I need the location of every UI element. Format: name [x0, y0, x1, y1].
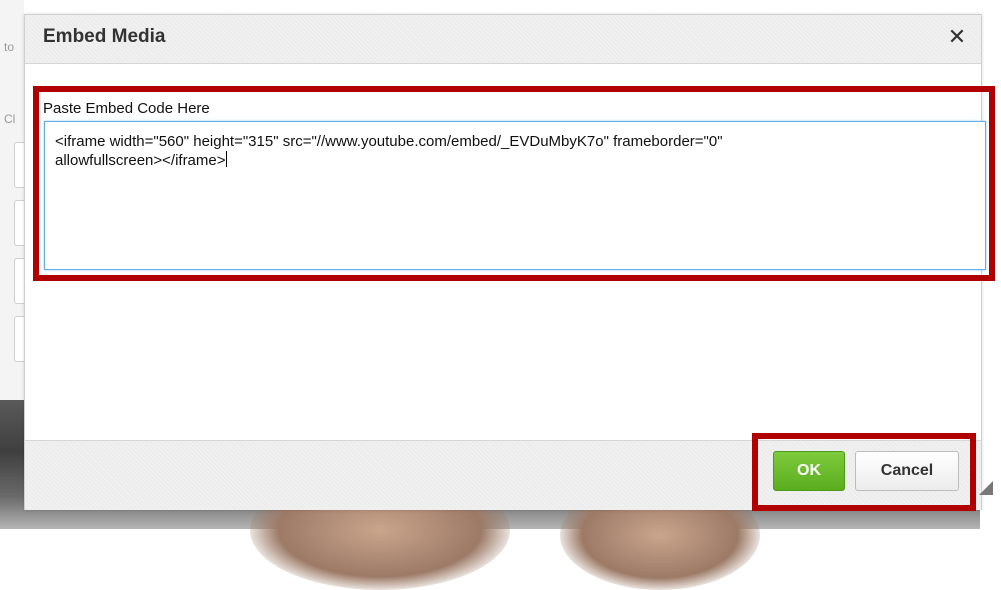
- close-icon[interactable]: ✕: [943, 22, 971, 52]
- embed-code-value: <iframe width="560" height="315" src="//…: [55, 133, 723, 169]
- embed-code-label: Paste Embed Code Here: [43, 100, 210, 117]
- embed-code-textarea[interactable]: <iframe width="560" height="315" src="//…: [44, 121, 986, 270]
- dialog-titlebar[interactable]: Embed Media ✕: [25, 15, 981, 64]
- dialog-footer: OK Cancel: [25, 440, 981, 510]
- resize-handle-icon[interactable]: [979, 481, 993, 495]
- dialog-body: Paste Embed Code Here <iframe width="560…: [25, 64, 986, 440]
- background-label: to: [4, 40, 15, 54]
- embed-media-dialog: Embed Media ✕ Paste Embed Code Here <ifr…: [24, 14, 986, 510]
- dialog-title: Embed Media: [43, 26, 166, 47]
- ok-button[interactable]: OK: [773, 451, 845, 491]
- text-caret: [225, 151, 227, 167]
- cancel-button[interactable]: Cancel: [855, 451, 959, 491]
- background-label: Cl: [4, 112, 16, 126]
